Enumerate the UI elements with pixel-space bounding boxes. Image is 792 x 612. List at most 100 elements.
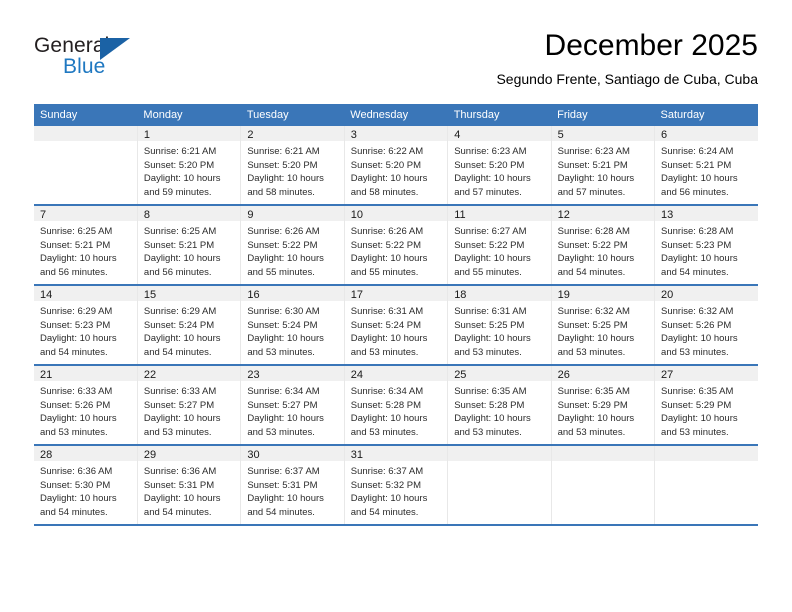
- sunrise-time: Sunrise: 6:21 AM: [247, 146, 320, 157]
- calendar-week-row: 1 Sunrise: 6:21 AM Sunset: 5:20 PM Daylight…: [34, 126, 758, 206]
- day-number: [448, 446, 551, 461]
- weekday-header-tuesday: Tuesday: [240, 104, 345, 126]
- calendar-day-cell[interactable]: 18 Sunrise: 6:31 AM Sunset: 5:25 PM Dayligh…: [447, 285, 552, 366]
- day-number: 31: [344, 446, 448, 461]
- daylight-duration-line1: Daylight: 10 hours: [557, 333, 635, 344]
- calendar-day-cell[interactable]: 21 Sunrise: 6:33 AM Sunset: 5:26 PM Dayligh…: [34, 365, 138, 446]
- day-details: Sunrise: 6:36 AM Sunset: 5:30 PM Daylight:…: [34, 461, 137, 519]
- calendar-day-cell[interactable]: 14 Sunrise: 6:29 AM Sunset: 5:23 PM Dayligh…: [34, 285, 138, 366]
- daylight-duration-line1: Daylight: 10 hours: [661, 253, 738, 264]
- day-details: [655, 461, 758, 465]
- calendar-day-cell[interactable]: 4 Sunrise: 6:23 AM Sunset: 5:20 PM Daylight…: [447, 126, 552, 206]
- calendar-day-cell[interactable]: 19 Sunrise: 6:32 AM Sunset: 5:25 PM Dayligh…: [551, 285, 656, 366]
- sunrise-time: Sunrise: 6:26 AM: [247, 226, 320, 237]
- calendar-day-cell[interactable]: 27 Sunrise: 6:35 AM Sunset: 5:29 PM Dayligh…: [654, 365, 758, 446]
- daylight-duration-line2: and 54 minutes.: [247, 506, 315, 518]
- sunset-time: Sunset: 5:22 PM: [557, 239, 628, 251]
- calendar-day-cell[interactable]: 11 Sunrise: 6:27 AM Sunset: 5:22 PM Dayligh…: [447, 205, 552, 286]
- daylight-duration-line1: Daylight: 10 hours: [143, 413, 221, 424]
- daylight-duration-line1: Daylight: 10 hours: [350, 333, 428, 344]
- calendar-day-cell[interactable]: 5 Sunrise: 6:23 AM Sunset: 5:21 PM Daylight…: [551, 126, 656, 206]
- day-details: Sunrise: 6:31 AM Sunset: 5:24 PM Daylight:…: [345, 301, 447, 359]
- sunset-time: Sunset: 5:23 PM: [40, 319, 111, 331]
- sunrise-time: Sunrise: 6:32 AM: [661, 306, 734, 317]
- sunrise-time: Sunrise: 6:35 AM: [454, 386, 527, 397]
- calendar-day-cell[interactable]: 30 Sunrise: 6:37 AM Sunset: 5:31 PM Dayligh…: [240, 445, 345, 526]
- day-details: Sunrise: 6:32 AM Sunset: 5:25 PM Daylight:…: [552, 301, 654, 359]
- day-details: Sunrise: 6:34 AM Sunset: 5:27 PM Daylight:…: [241, 381, 343, 439]
- day-details: Sunrise: 6:34 AM Sunset: 5:28 PM Daylight:…: [345, 381, 447, 439]
- calendar-day-cell[interactable]: 25 Sunrise: 6:35 AM Sunset: 5:28 PM Dayligh…: [447, 365, 552, 446]
- calendar-day-cell[interactable]: 26 Sunrise: 6:35 AM Sunset: 5:29 PM Dayligh…: [551, 365, 656, 446]
- calendar-day-cell-empty: [551, 445, 656, 526]
- sunrise-time: Sunrise: 6:26 AM: [350, 226, 424, 237]
- day-details: Sunrise: 6:23 AM Sunset: 5:21 PM Daylight:…: [552, 141, 654, 199]
- calendar-day-cell[interactable]: 22 Sunrise: 6:33 AM Sunset: 5:27 PM Dayligh…: [137, 365, 242, 446]
- day-number: 29: [137, 446, 241, 461]
- day-number: 28: [34, 446, 137, 461]
- page-header: General Blue December 2025 Segundo Frent…: [0, 0, 792, 104]
- day-details: Sunrise: 6:35 AM Sunset: 5:28 PM Daylight:…: [448, 381, 550, 439]
- daylight-duration-line1: Daylight: 10 hours: [350, 253, 428, 264]
- sunrise-time: Sunrise: 6:36 AM: [40, 466, 113, 477]
- calendar-day-cell-empty: [654, 445, 758, 526]
- sunrise-time: Sunrise: 6:34 AM: [350, 386, 424, 397]
- calendar-day-cell-empty: [447, 445, 552, 526]
- logo-text-blue: Blue: [63, 55, 106, 78]
- day-details: Sunrise: 6:27 AM Sunset: 5:22 PM Daylight:…: [448, 221, 550, 279]
- daylight-duration-line1: Daylight: 10 hours: [661, 413, 738, 424]
- sunset-time: Sunset: 5:28 PM: [454, 399, 525, 411]
- calendar-day-cell[interactable]: 9 Sunrise: 6:26 AM Sunset: 5:22 PM Daylight…: [240, 205, 345, 286]
- daylight-duration-line1: Daylight: 10 hours: [247, 413, 324, 424]
- day-number: 11: [448, 206, 551, 221]
- sunset-time: Sunset: 5:22 PM: [247, 239, 318, 251]
- calendar-day-cell[interactable]: 28 Sunrise: 6:36 AM Sunset: 5:30 PM Dayligh…: [34, 445, 138, 526]
- day-details: Sunrise: 6:33 AM Sunset: 5:27 PM Daylight:…: [138, 381, 240, 439]
- sunset-time: Sunset: 5:28 PM: [350, 399, 421, 411]
- calendar-day-cell[interactable]: 15 Sunrise: 6:29 AM Sunset: 5:24 PM Dayligh…: [137, 285, 242, 366]
- general-blue-logo[interactable]: General Blue: [34, 34, 164, 84]
- daylight-duration-line2: and 57 minutes.: [557, 186, 626, 198]
- daylight-duration-line2: and 54 minutes.: [350, 506, 419, 518]
- calendar-header-row: Sunday Monday Tuesday Wednesday Thursday Frid…: [34, 104, 758, 126]
- sunset-time: Sunset: 5:20 PM: [143, 159, 215, 171]
- sunrise-time: Sunrise: 6:32 AM: [557, 306, 630, 317]
- calendar-day-cell[interactable]: 17 Sunrise: 6:31 AM Sunset: 5:24 PM Dayligh…: [344, 285, 449, 366]
- daylight-duration-line2: and 54 minutes.: [40, 506, 108, 518]
- calendar-day-cell[interactable]: 6 Sunrise: 6:24 AM Sunset: 5:21 PM Daylight…: [654, 126, 758, 206]
- daylight-duration-line1: Daylight: 10 hours: [350, 493, 428, 504]
- sunset-time: Sunset: 5:29 PM: [661, 399, 732, 411]
- calendar-day-cell[interactable]: 3 Sunrise: 6:22 AM Sunset: 5:20 PM Daylight…: [344, 126, 449, 206]
- calendar-day-cell[interactable]: 29 Sunrise: 6:36 AM Sunset: 5:31 PM Dayligh…: [137, 445, 242, 526]
- calendar-day-cell[interactable]: 2 Sunrise: 6:21 AM Sunset: 5:20 PM Daylight…: [240, 126, 345, 206]
- day-number: [551, 446, 655, 461]
- daylight-duration-line2: and 56 minutes.: [143, 266, 212, 278]
- title-block: December 2025 Segundo Frente, Santiago d…: [496, 28, 758, 88]
- sunrise-time: Sunrise: 6:35 AM: [557, 386, 630, 397]
- day-details: Sunrise: 6:25 AM Sunset: 5:21 PM Daylight:…: [34, 221, 137, 279]
- calendar-day-cell[interactable]: 20 Sunrise: 6:32 AM Sunset: 5:26 PM Dayligh…: [654, 285, 758, 366]
- weekday-header-friday: Friday: [551, 104, 655, 126]
- day-number: [34, 126, 137, 141]
- calendar-day-cell[interactable]: 10 Sunrise: 6:26 AM Sunset: 5:22 PM Dayligh…: [344, 205, 449, 286]
- daylight-duration-line1: Daylight: 10 hours: [454, 413, 531, 424]
- calendar-day-cell[interactable]: 24 Sunrise: 6:34 AM Sunset: 5:28 PM Dayligh…: [344, 365, 449, 446]
- day-details: Sunrise: 6:28 AM Sunset: 5:23 PM Daylight:…: [655, 221, 758, 279]
- calendar-day-cell[interactable]: 31 Sunrise: 6:37 AM Sunset: 5:32 PM Dayligh…: [344, 445, 449, 526]
- day-number: 6: [655, 126, 758, 141]
- sunset-time: Sunset: 5:31 PM: [143, 479, 215, 491]
- calendar-day-cell[interactable]: 23 Sunrise: 6:34 AM Sunset: 5:27 PM Dayligh…: [240, 365, 345, 446]
- calendar-day-cell[interactable]: 16 Sunrise: 6:30 AM Sunset: 5:24 PM Dayligh…: [240, 285, 345, 366]
- page-title: December 2025: [544, 29, 758, 62]
- calendar-day-cell[interactable]: 7 Sunrise: 6:25 AM Sunset: 5:21 PM Daylight…: [34, 205, 138, 286]
- sunset-time: Sunset: 5:25 PM: [454, 319, 525, 331]
- daylight-duration-line2: and 54 minutes.: [40, 346, 108, 358]
- calendar-day-cell[interactable]: 12 Sunrise: 6:28 AM Sunset: 5:22 PM Dayligh…: [551, 205, 656, 286]
- day-details: Sunrise: 6:29 AM Sunset: 5:24 PM Daylight:…: [138, 301, 240, 359]
- calendar-day-cell[interactable]: 1 Sunrise: 6:21 AM Sunset: 5:20 PM Daylight…: [137, 126, 242, 206]
- day-details: Sunrise: 6:26 AM Sunset: 5:22 PM Daylight:…: [241, 221, 343, 279]
- calendar-day-cell[interactable]: 8 Sunrise: 6:25 AM Sunset: 5:21 PM Daylight…: [137, 205, 242, 286]
- sunrise-time: Sunrise: 6:23 AM: [557, 146, 630, 157]
- calendar-day-cell[interactable]: 13 Sunrise: 6:28 AM Sunset: 5:23 PM Dayligh…: [654, 205, 758, 286]
- weekday-header-monday: Monday: [137, 104, 241, 126]
